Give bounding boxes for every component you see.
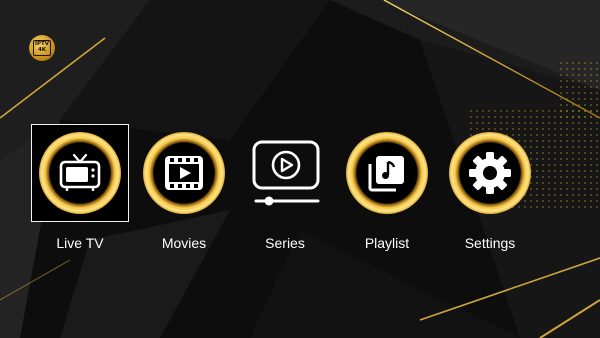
home-screen: IPTV 4K Live TV Movies Series Playlist S… <box>0 0 600 338</box>
menu-label: Settings <box>464 235 516 251</box>
gear-icon <box>469 152 511 194</box>
menu-item-series[interactable]: Series <box>236 124 334 264</box>
menu-label: Live TV <box>56 235 104 251</box>
app-logo: IPTV 4K <box>29 35 55 61</box>
menu-item-live-tv[interactable]: Live TV <box>31 124 129 264</box>
menu-label: Playlist <box>364 235 410 251</box>
music-playlist-icon <box>368 156 404 192</box>
tv-icon <box>59 153 101 191</box>
video-player-icon <box>252 140 320 206</box>
menu-item-settings[interactable]: Settings <box>441 124 539 264</box>
menu-item-playlist[interactable]: Playlist <box>338 124 436 264</box>
logo-text: IPTV 4K <box>33 40 51 56</box>
menu-item-movies[interactable]: Movies <box>135 124 233 264</box>
film-play-icon <box>165 156 203 190</box>
